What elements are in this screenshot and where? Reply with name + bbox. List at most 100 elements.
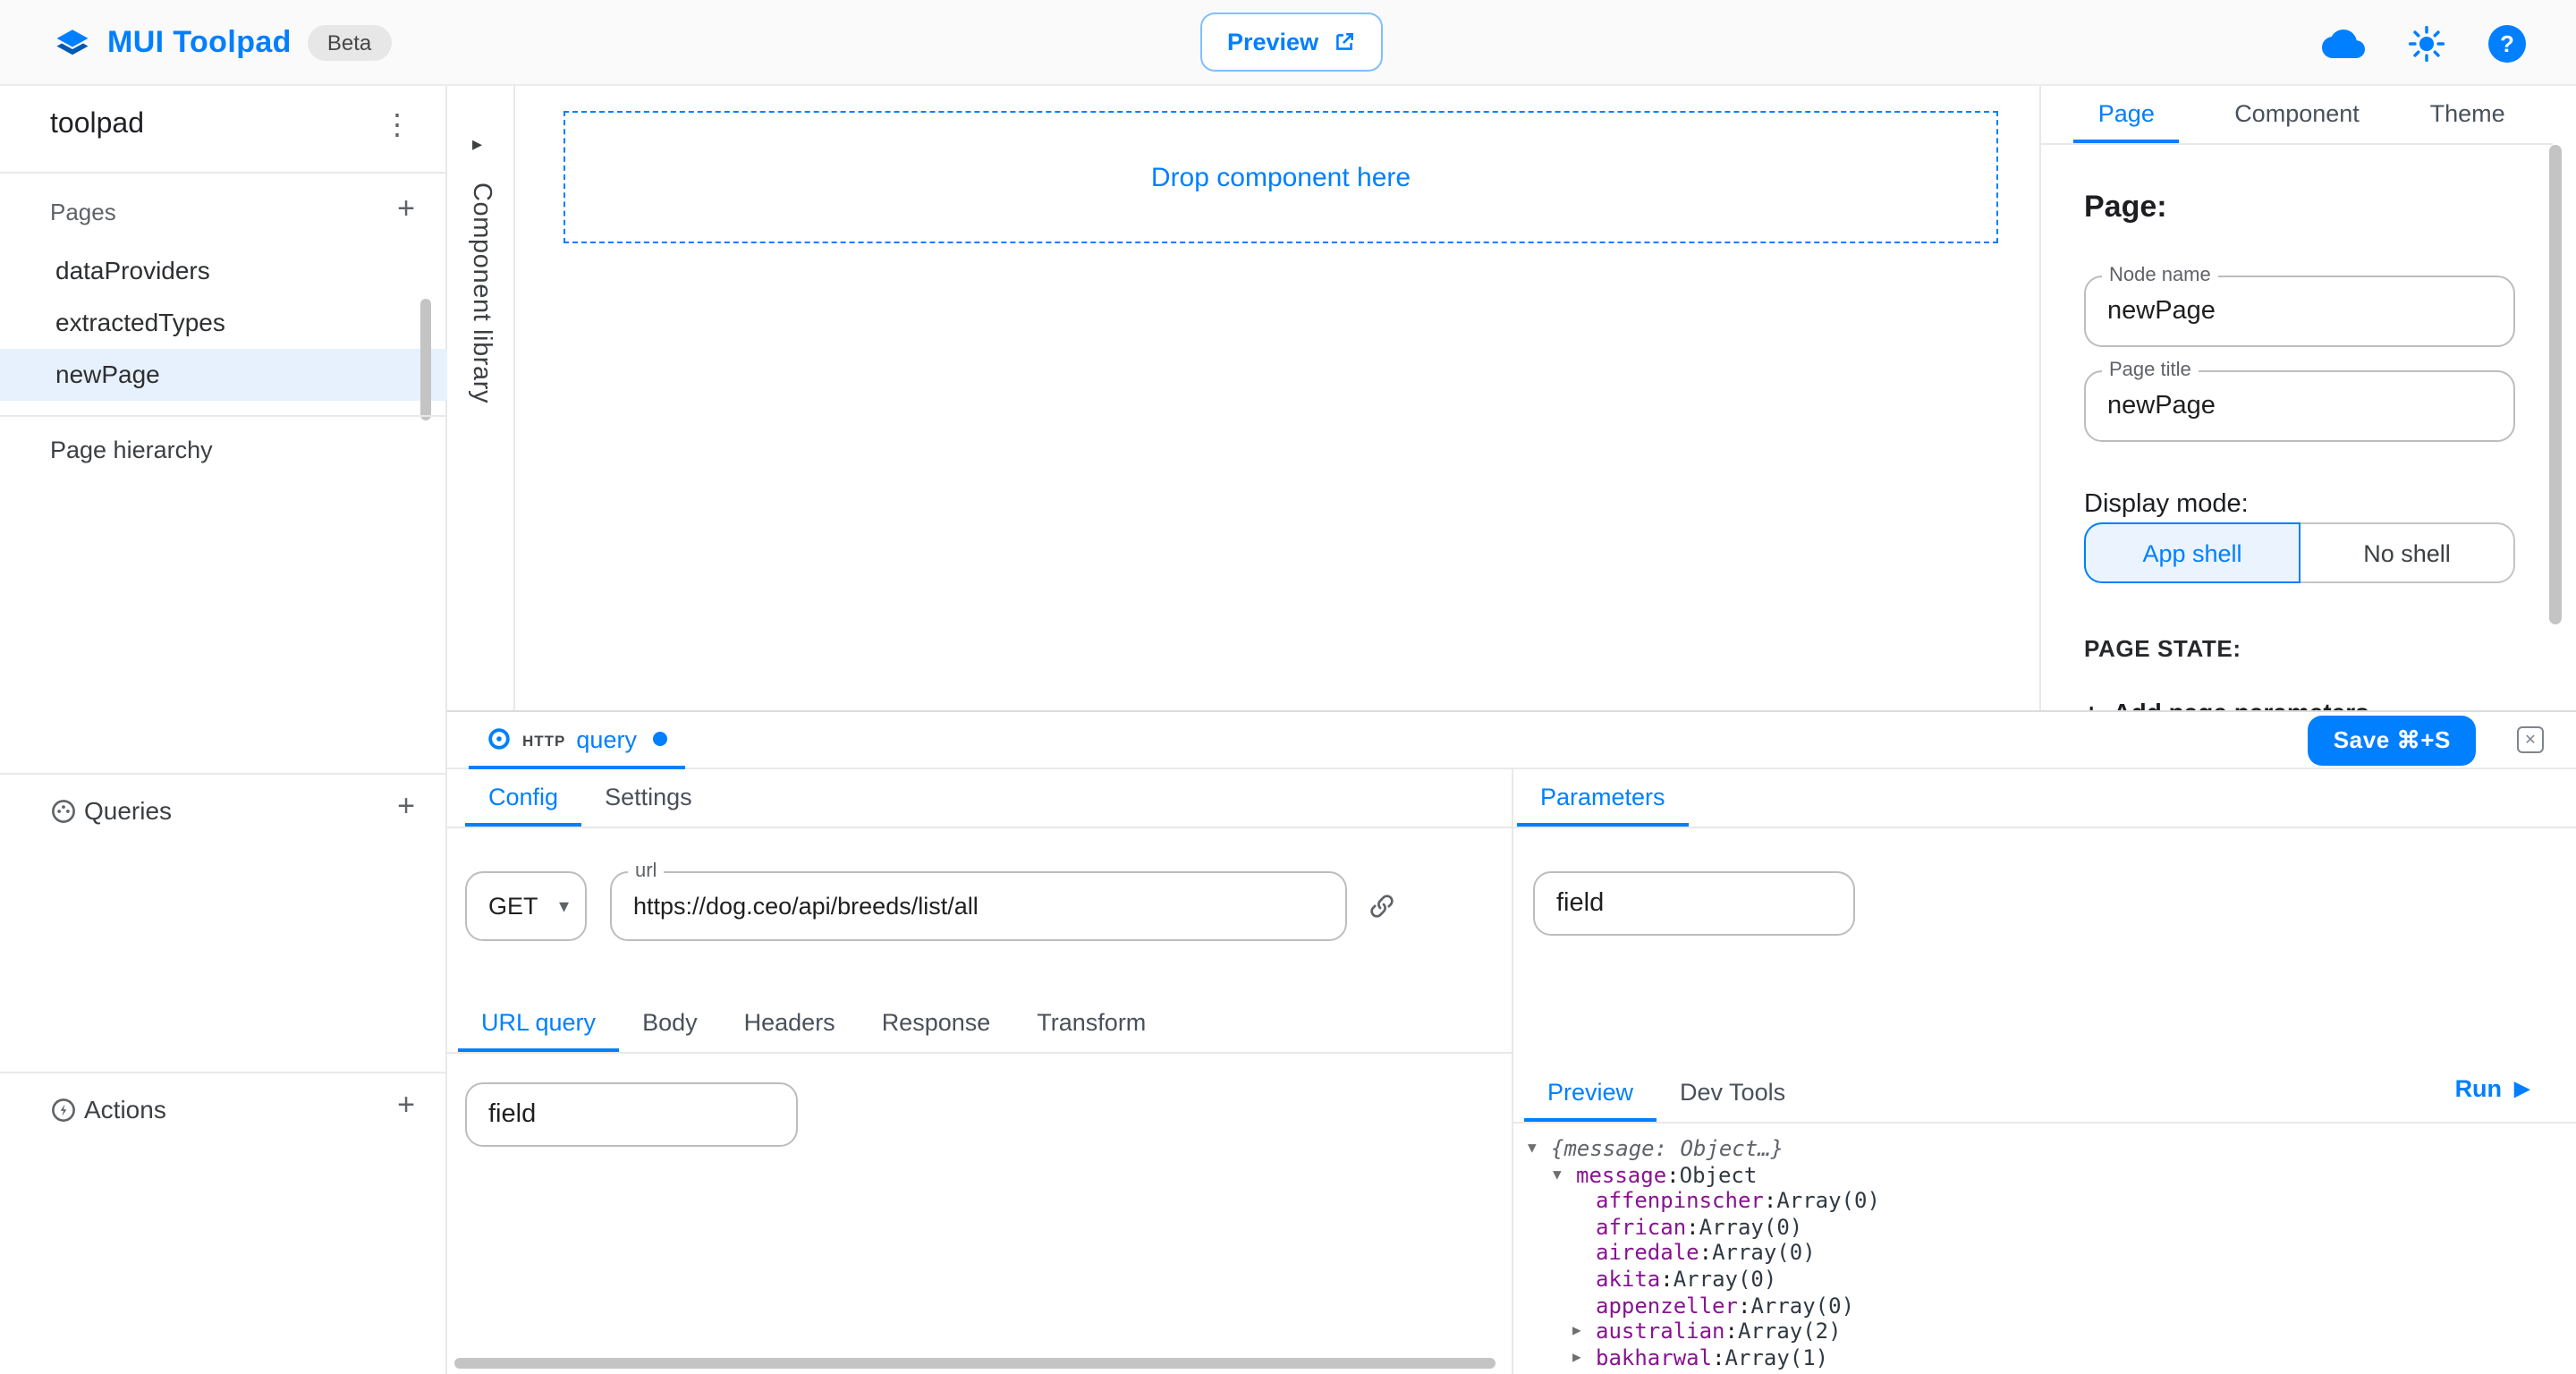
tab-transform[interactable]: Transform xyxy=(1013,995,1169,1052)
header-actions: ? xyxy=(2322,0,2526,86)
close-glyph: ✕ xyxy=(2524,732,2536,748)
external-link-icon xyxy=(1333,30,1356,54)
brand-area: MUI Toolpad Beta xyxy=(54,0,391,86)
tree-key: appenzeller xyxy=(1596,1293,1750,1319)
tab-body[interactable]: Body xyxy=(619,995,721,1052)
add-page-icon[interactable]: + xyxy=(390,191,422,227)
page-canvas: Drop component here xyxy=(517,86,2039,710)
parameters-field xyxy=(1533,871,1855,936)
tab-headers[interactable]: Headers xyxy=(721,995,859,1052)
url-field: url xyxy=(610,871,1347,941)
sidebar-item-newpage[interactable]: newPage xyxy=(0,349,447,401)
tree-root-preview: {message: Object…} xyxy=(1551,1136,1784,1162)
add-query-icon[interactable]: + xyxy=(390,789,422,825)
horizontal-scrollbar-thumb[interactable] xyxy=(454,1358,1496,1369)
url-query-input[interactable] xyxy=(467,1084,796,1145)
parameters-tabs: Parameters xyxy=(1513,769,2576,828)
close-panel-icon[interactable]: ✕ xyxy=(2517,726,2544,753)
sidebar-item-dataproviders[interactable]: dataProviders xyxy=(0,245,447,297)
tab-component[interactable]: Component xyxy=(2212,86,2383,143)
save-button[interactable]: Save ⌘+S xyxy=(2309,716,2476,766)
tree-entry-row: african Array(0) xyxy=(1528,1215,2576,1241)
tab-config[interactable]: Config xyxy=(465,769,581,827)
toggle-no-shell[interactable]: No shell xyxy=(2301,522,2515,583)
preview-button-label: Preview xyxy=(1227,29,1318,55)
project-header: toolpad ⋮ xyxy=(0,86,445,172)
disclosure-collapsed-icon[interactable]: ▶ xyxy=(1572,1319,1596,1344)
tab-page[interactable]: Page xyxy=(2041,86,2212,143)
actions-section: Actions + xyxy=(0,1073,445,1145)
page-title-input[interactable] xyxy=(2086,372,2513,440)
tree-key: airedale xyxy=(1596,1241,1712,1267)
link-icon[interactable] xyxy=(1367,891,1397,930)
preview-header: Preview Dev Tools Run ▶ xyxy=(1513,1064,2576,1124)
method-select[interactable]: GET ▾ xyxy=(465,871,587,941)
disclosure-collapsed-icon[interactable]: ▶ xyxy=(1572,1345,1596,1371)
sidebar: toolpad ⋮ Pages + dataProviders extracte… xyxy=(0,86,447,1374)
toggle-app-shell[interactable]: App shell xyxy=(2084,522,2301,583)
sidebar-scrollbar-thumb[interactable] xyxy=(420,299,431,420)
node-name-input[interactable] xyxy=(2086,277,2513,345)
run-button[interactable]: Run ▶ xyxy=(2455,1075,2529,1102)
tree-key: akita xyxy=(1596,1267,1674,1293)
tree-key: australian xyxy=(1596,1319,1738,1344)
url-field-label: url xyxy=(628,861,664,882)
tree-value: Array(2) xyxy=(1738,1319,1842,1344)
method-value: GET xyxy=(488,893,538,920)
cloud-sync-icon[interactable] xyxy=(2322,28,2365,58)
queries-section: Queries + xyxy=(0,775,445,846)
add-page-parameters-button[interactable]: + Add page parameters xyxy=(2084,694,2369,710)
tree-entry-row: airedale Array(0) xyxy=(1528,1241,2576,1267)
drop-target[interactable]: Drop component here xyxy=(564,111,1998,243)
query-type-label: HTTP xyxy=(522,732,565,750)
add-action-icon[interactable]: + xyxy=(390,1088,422,1124)
url-input[interactable] xyxy=(612,873,1345,939)
project-menu-icon[interactable]: ⋮ xyxy=(381,107,413,143)
tree-key: affenpinscher xyxy=(1596,1188,1776,1214)
tab-url-query[interactable]: URL query xyxy=(458,995,619,1052)
inspector-panel: Page Component Theme Page: Node name Pag… xyxy=(2039,86,2576,710)
add-page-parameters-label: Add page parameters xyxy=(2113,694,2368,710)
tree-message-row: ▼ message Object xyxy=(1528,1162,2576,1188)
app-root: MUI Toolpad Beta Preview xyxy=(0,0,2576,1374)
sidebar-item-extractedtypes[interactable]: extractedTypes xyxy=(0,297,447,349)
tab-preview[interactable]: Preview xyxy=(1524,1064,1657,1122)
help-icon[interactable]: ? xyxy=(2488,24,2526,62)
tab-dev-tools[interactable]: Dev Tools xyxy=(1657,1064,1809,1122)
component-library-label[interactable]: Component library xyxy=(467,182,496,403)
tree-entry-row: akita Array(0) xyxy=(1528,1267,2576,1293)
query-editor-header: HTTP query Save ⌘+S ✕ xyxy=(447,712,2576,769)
expand-library-icon[interactable]: ▸ xyxy=(472,132,482,156)
parameters-input[interactable] xyxy=(1535,873,1853,934)
tree-key: african xyxy=(1596,1215,1699,1241)
tab-theme[interactable]: Theme xyxy=(2382,86,2553,143)
project-name: toolpad xyxy=(50,109,144,141)
inspector-scrollbar-thumb[interactable] xyxy=(2549,145,2562,624)
tab-settings[interactable]: Settings xyxy=(581,769,716,827)
display-mode-label: Display mode: xyxy=(2084,490,2249,519)
actions-label: Actions xyxy=(84,1095,166,1124)
theme-toggle-sun-icon[interactable] xyxy=(2408,24,2445,62)
component-library-strip: ▸ Component library xyxy=(447,86,515,710)
inspector-tabs: Page Component Theme xyxy=(2041,86,2553,145)
tree-value: Array(0) xyxy=(1712,1241,1816,1267)
page-title-field: Page title xyxy=(2084,370,2515,442)
tree-key: message xyxy=(1576,1162,1680,1188)
http-query-icon xyxy=(487,726,512,751)
tab-response[interactable]: Response xyxy=(859,995,1014,1052)
tree-value: Array(0) xyxy=(1750,1293,1854,1319)
query-tab[interactable]: HTTP query xyxy=(469,712,685,769)
unsaved-indicator-dot xyxy=(653,732,667,746)
pages-label: Pages xyxy=(50,199,116,225)
tree-entry-row: ▶ australian Array(2) xyxy=(1528,1319,2576,1344)
app-title: MUI Toolpad xyxy=(107,25,292,61)
tab-parameters[interactable]: Parameters xyxy=(1517,769,1689,827)
disclosure-expanded-icon[interactable]: ▼ xyxy=(1528,1136,1551,1162)
help-question-glyph: ? xyxy=(2500,30,2514,56)
disclosure-expanded-icon[interactable]: ▼ xyxy=(1553,1162,1576,1188)
actions-icon xyxy=(50,1097,77,1132)
page-state-label: PAGE STATE: xyxy=(2084,635,2241,662)
node-name-field: Node name xyxy=(2084,276,2515,347)
tree-entry-row: appenzeller Array(0) xyxy=(1528,1293,2576,1319)
preview-button[interactable]: Preview xyxy=(1200,13,1383,72)
